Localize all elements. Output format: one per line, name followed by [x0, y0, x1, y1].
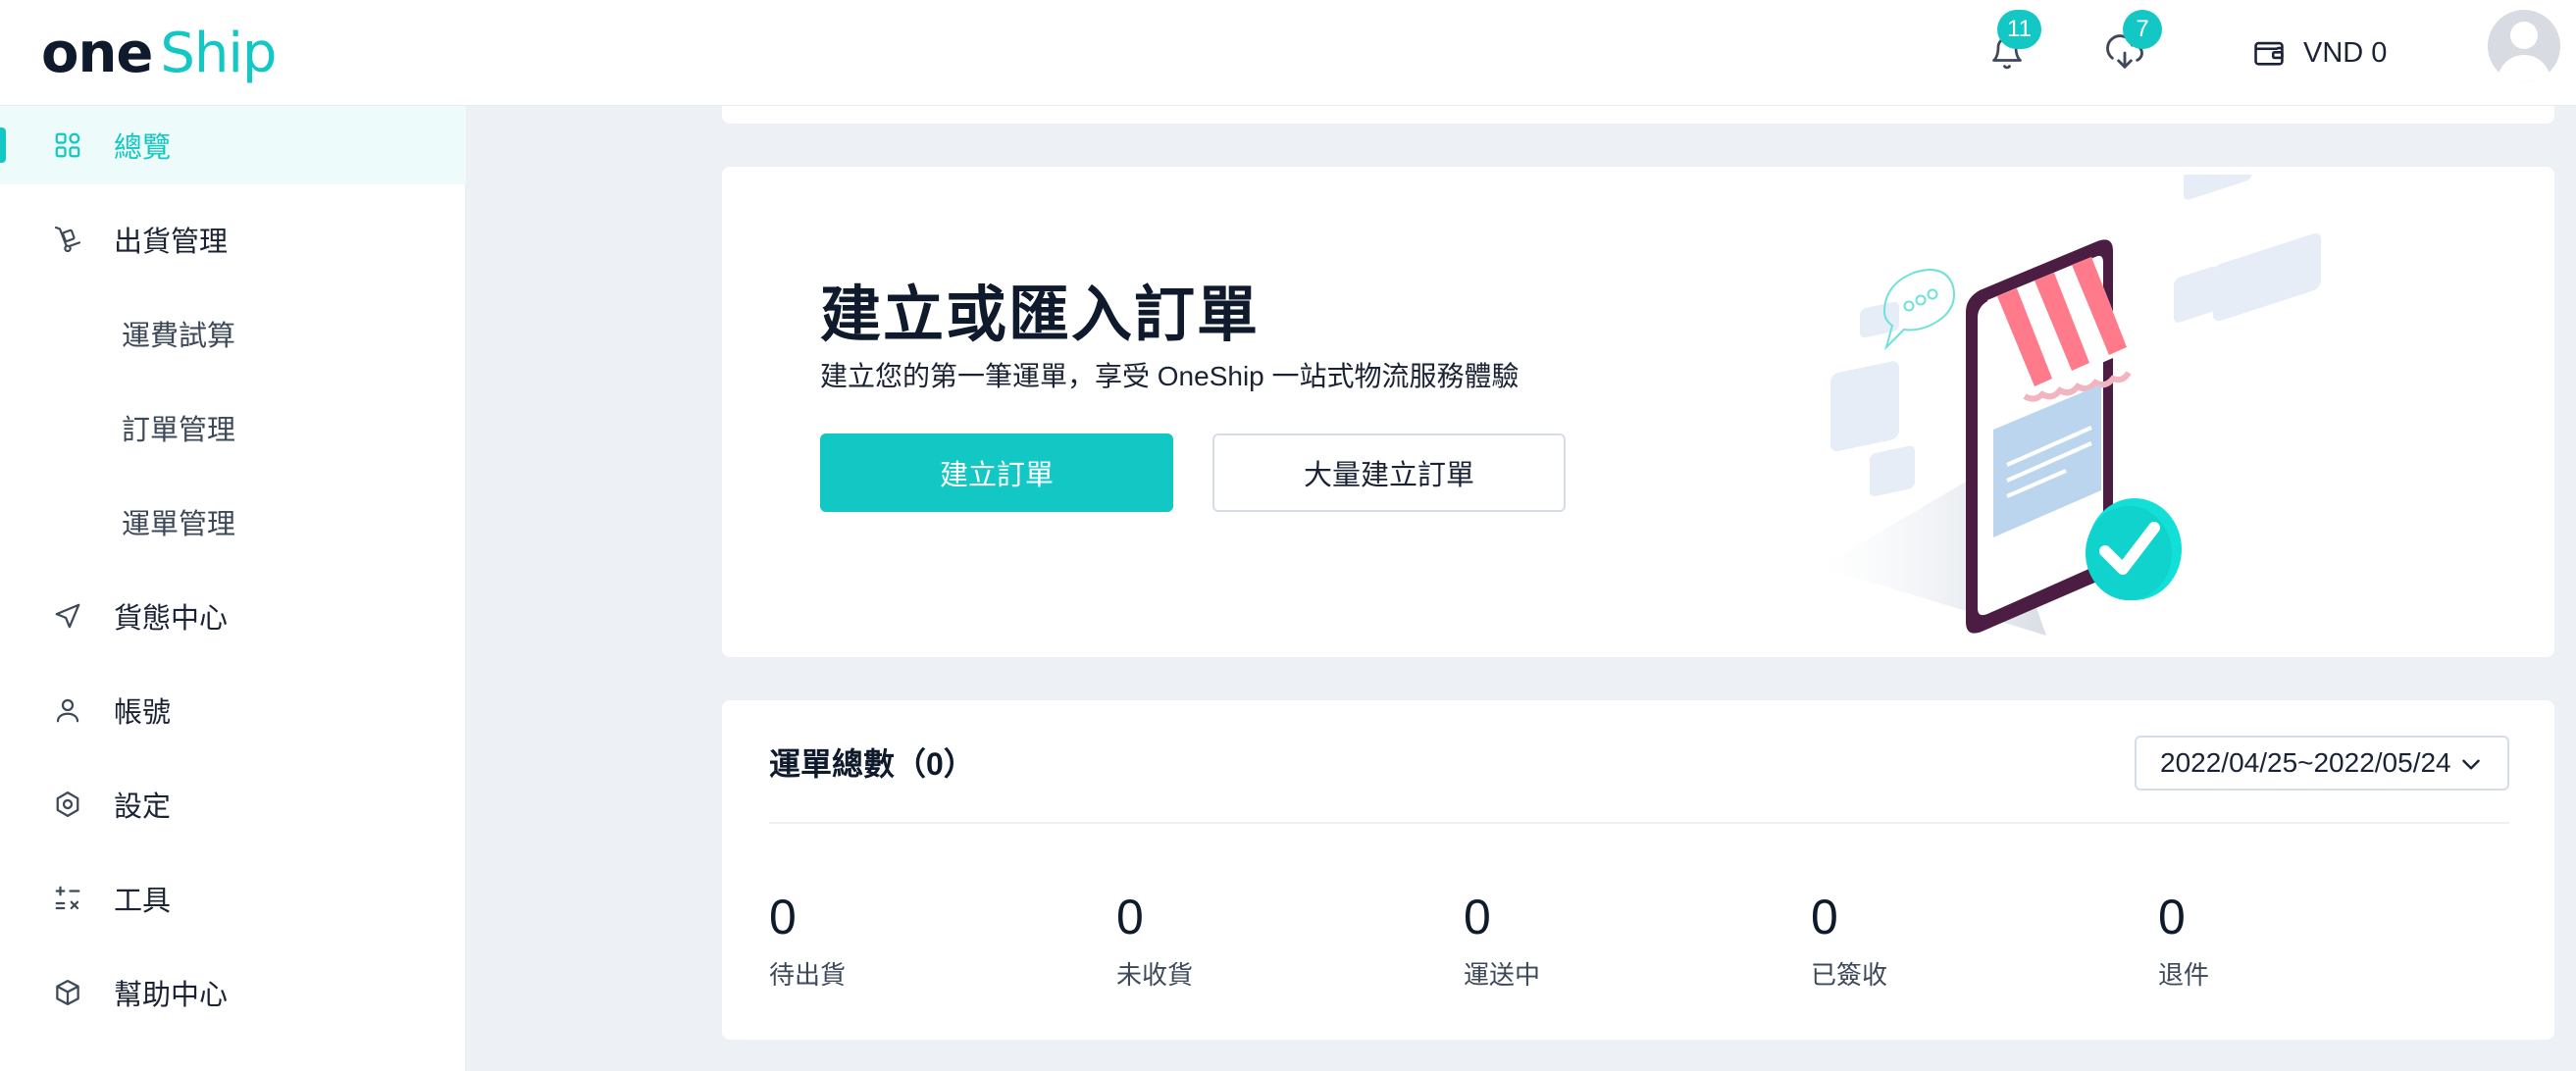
oneship-logo[interactable]: one Ship — [41, 14, 277, 92]
navigation-arrow-icon — [51, 599, 84, 633]
wallet-balance-text: VND 0 — [2303, 36, 2388, 69]
sidebar-item-waybill-management[interactable]: 運單管理 — [0, 483, 466, 561]
sidebar-nav: 總覽 出貨管理 運費試算 訂單管理 運單管理 貨態中心 帳號 設定 工具 幫助中… — [0, 106, 466, 1071]
hand-truck-icon — [51, 223, 84, 256]
sidebar-item-label: 貨態中心 — [114, 603, 229, 635]
sidebar-item-tracking-center[interactable]: 貨態中心 — [0, 577, 466, 655]
sidebar-item-label: 出貨管理 — [114, 227, 229, 258]
stat-pending-shipment[interactable]: 0 待出貨 — [769, 892, 846, 992]
bulk-create-order-button[interactable]: 大量建立訂單 — [1212, 434, 1566, 512]
create-order-button[interactable]: 建立訂單 — [820, 434, 1173, 512]
stat-label: 運送中 — [1464, 960, 1541, 990]
download-count-badge: 7 — [2123, 10, 2162, 49]
sidebar-item-order-management[interactable]: 訂單管理 — [0, 388, 466, 467]
wallet-balance[interactable]: VND 0 — [2252, 27, 2387, 78]
box-icon — [51, 976, 84, 1009]
hero-subtitle: 建立您的第一筆運單，享受 OneShip 一站式物流服務體驗 — [820, 361, 1520, 391]
logo-one: one — [41, 21, 153, 85]
wallet-icon — [2254, 41, 2284, 66]
stat-label: 未收貨 — [1116, 960, 1194, 990]
stat-label: 待出貨 — [769, 960, 847, 990]
sidebar-item-freight-estimate[interactable]: 運費試算 — [0, 294, 466, 373]
waybill-stats-card: 運單總數（0） 2022/04/25~2022/05/24 0 待出貨 0 未收… — [722, 700, 2554, 1040]
date-range-picker[interactable]: 2022/04/25~2022/05/24 — [2135, 736, 2509, 790]
stat-label: 退件 — [2158, 960, 2210, 990]
sidebar-item-label: 設定 — [114, 791, 172, 823]
settings-hexagon-icon — [51, 788, 84, 821]
stat-in-transit[interactable]: 0 運送中 — [1464, 892, 1540, 992]
sidebar-item-label: 總覽 — [114, 132, 172, 164]
stats-divider — [769, 822, 2509, 824]
sidebar-item-label: 工具 — [114, 886, 172, 917]
active-indicator — [0, 128, 6, 163]
previous-card-bottom — [722, 106, 2554, 124]
hero-title: 建立或匯入訂單 — [820, 281, 1261, 349]
user-avatar[interactable] — [2488, 10, 2560, 82]
sidebar-item-label: 幫助中心 — [114, 980, 229, 1011]
phone-shop-illustration — [1821, 175, 2321, 636]
chevron-down-icon — [2462, 759, 2480, 770]
stat-value: 0 — [1116, 890, 1144, 944]
date-range-value: 2022/04/25~2022/05/24 — [2160, 747, 2451, 778]
sidebar-item-label: 訂單管理 — [122, 415, 236, 446]
user-icon — [51, 693, 84, 727]
sidebar-item-overview[interactable]: 總覽 — [0, 106, 466, 184]
stat-returned[interactable]: 0 退件 — [2158, 892, 2209, 992]
dashboard-grid-icon — [51, 128, 84, 162]
sidebar-item-help-center[interactable]: 幫助中心 — [0, 953, 466, 1032]
sidebar-item-account[interactable]: 帳號 — [0, 671, 466, 749]
calculator-tools-icon — [51, 882, 84, 915]
stat-signed[interactable]: 0 已簽收 — [1811, 892, 1887, 992]
stats-title: 運單總數（0） — [769, 746, 975, 782]
stat-not-received[interactable]: 0 未收貨 — [1116, 892, 1193, 992]
stat-label: 已簽收 — [1811, 960, 1888, 990]
notifications-button[interactable]: 11 — [1978, 10, 2041, 82]
sidebar-item-tools[interactable]: 工具 — [0, 859, 466, 938]
notification-count-badge: 11 — [1997, 10, 2041, 49]
stat-value: 0 — [1464, 890, 1491, 944]
downloads-button[interactable]: 7 — [2095, 10, 2162, 82]
stat-value: 0 — [1811, 890, 1838, 944]
sidebar-item-settings[interactable]: 設定 — [0, 765, 466, 843]
sidebar-item-shipping[interactable]: 出貨管理 — [0, 200, 466, 279]
logo-ship: Ship — [160, 21, 277, 85]
sidebar-item-label: 運費試算 — [122, 321, 236, 352]
sidebar-item-label: 運單管理 — [122, 509, 236, 540]
stat-value: 0 — [769, 890, 797, 944]
stat-value: 0 — [2158, 890, 2186, 944]
create-order-card: 建立或匯入訂單 建立您的第一筆運單，享受 OneShip 一站式物流服務體驗 建… — [722, 167, 2554, 657]
sidebar-item-label: 帳號 — [114, 697, 172, 729]
top-header: one Ship 11 7 VND 0 — [0, 0, 2576, 106]
